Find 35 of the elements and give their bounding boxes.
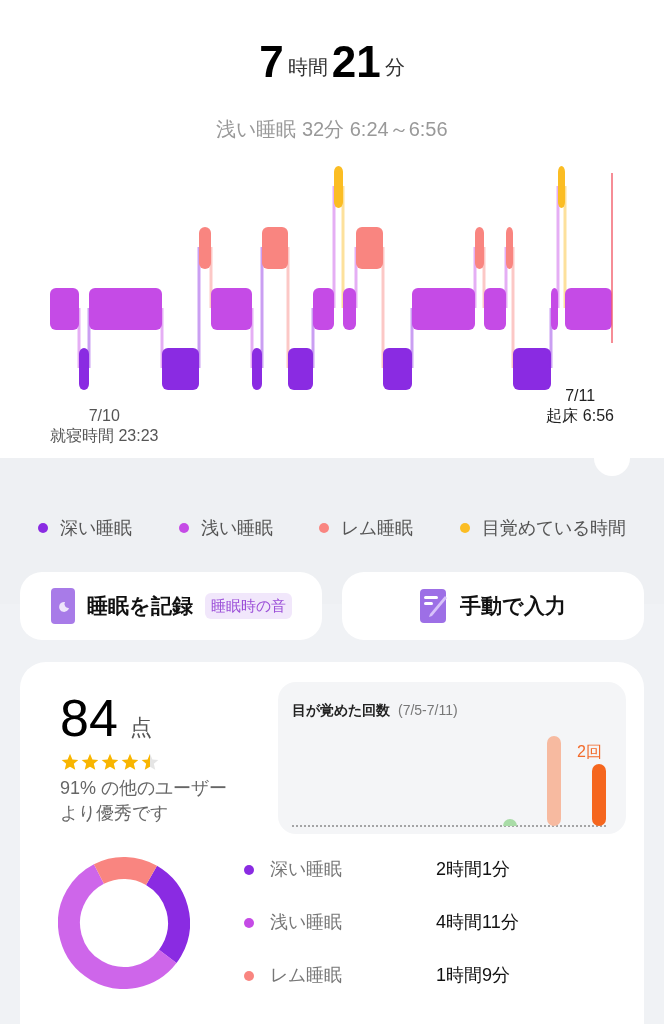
minutes-unit: 分 — [384, 55, 405, 80]
selected-stage-info: 浅い睡眠 32分 6:24～6:56 — [215, 117, 449, 142]
hours-unit: 時間 — [287, 55, 328, 80]
wake-date: 7/11 — [565, 386, 596, 406]
wake-label: 起床 6:56 — [546, 406, 614, 426]
awakenings-count: 2回 — [577, 742, 602, 762]
star-icon — [120, 752, 140, 772]
ranking-note: 91% の他のユーザーより優秀です — [60, 777, 229, 825]
star-icon — [100, 752, 120, 772]
stage-label: レム睡眠 — [270, 964, 343, 987]
score-value: 84 — [60, 692, 118, 744]
legend-label: 深い睡眠 — [60, 516, 132, 540]
stage-label: 深い睡眠 — [270, 858, 343, 881]
sleep-sound-tag: 睡眠時の音 — [204, 592, 292, 620]
stage-label: 浅い睡眠 — [270, 911, 343, 934]
score-unit: 点 — [129, 714, 152, 742]
stage-duration: 4時間11分 — [436, 911, 519, 934]
legend-label: 目覚めている時間 — [481, 516, 626, 540]
phone-moon-icon — [50, 588, 75, 624]
stage-duration: 2時間1分 — [436, 858, 511, 881]
record-sleep-button[interactable]: 睡眠を記録 睡眠時の音 — [20, 572, 322, 640]
minutes-value: 21 — [331, 40, 381, 84]
awakenings-range: (7/5-7/11) — [398, 701, 458, 720]
bedtime-label: 就寝時間 23:23 — [50, 426, 159, 446]
bedtime-date: 7/10 — [88, 406, 120, 426]
manual-entry-button[interactable]: 手動で入力 — [342, 572, 644, 640]
legend-label: レム睡眠 — [341, 516, 414, 540]
legend-label: 浅い睡眠 — [200, 516, 273, 540]
star-icon — [60, 752, 80, 772]
hours-value: 7 — [259, 40, 284, 84]
note-pencil-icon — [420, 589, 448, 623]
awakenings-title: 目が覚めた回数 — [292, 701, 390, 720]
star-icon — [80, 752, 100, 772]
stage-duration: 1時間9分 — [436, 964, 511, 987]
star-icon — [140, 752, 160, 772]
